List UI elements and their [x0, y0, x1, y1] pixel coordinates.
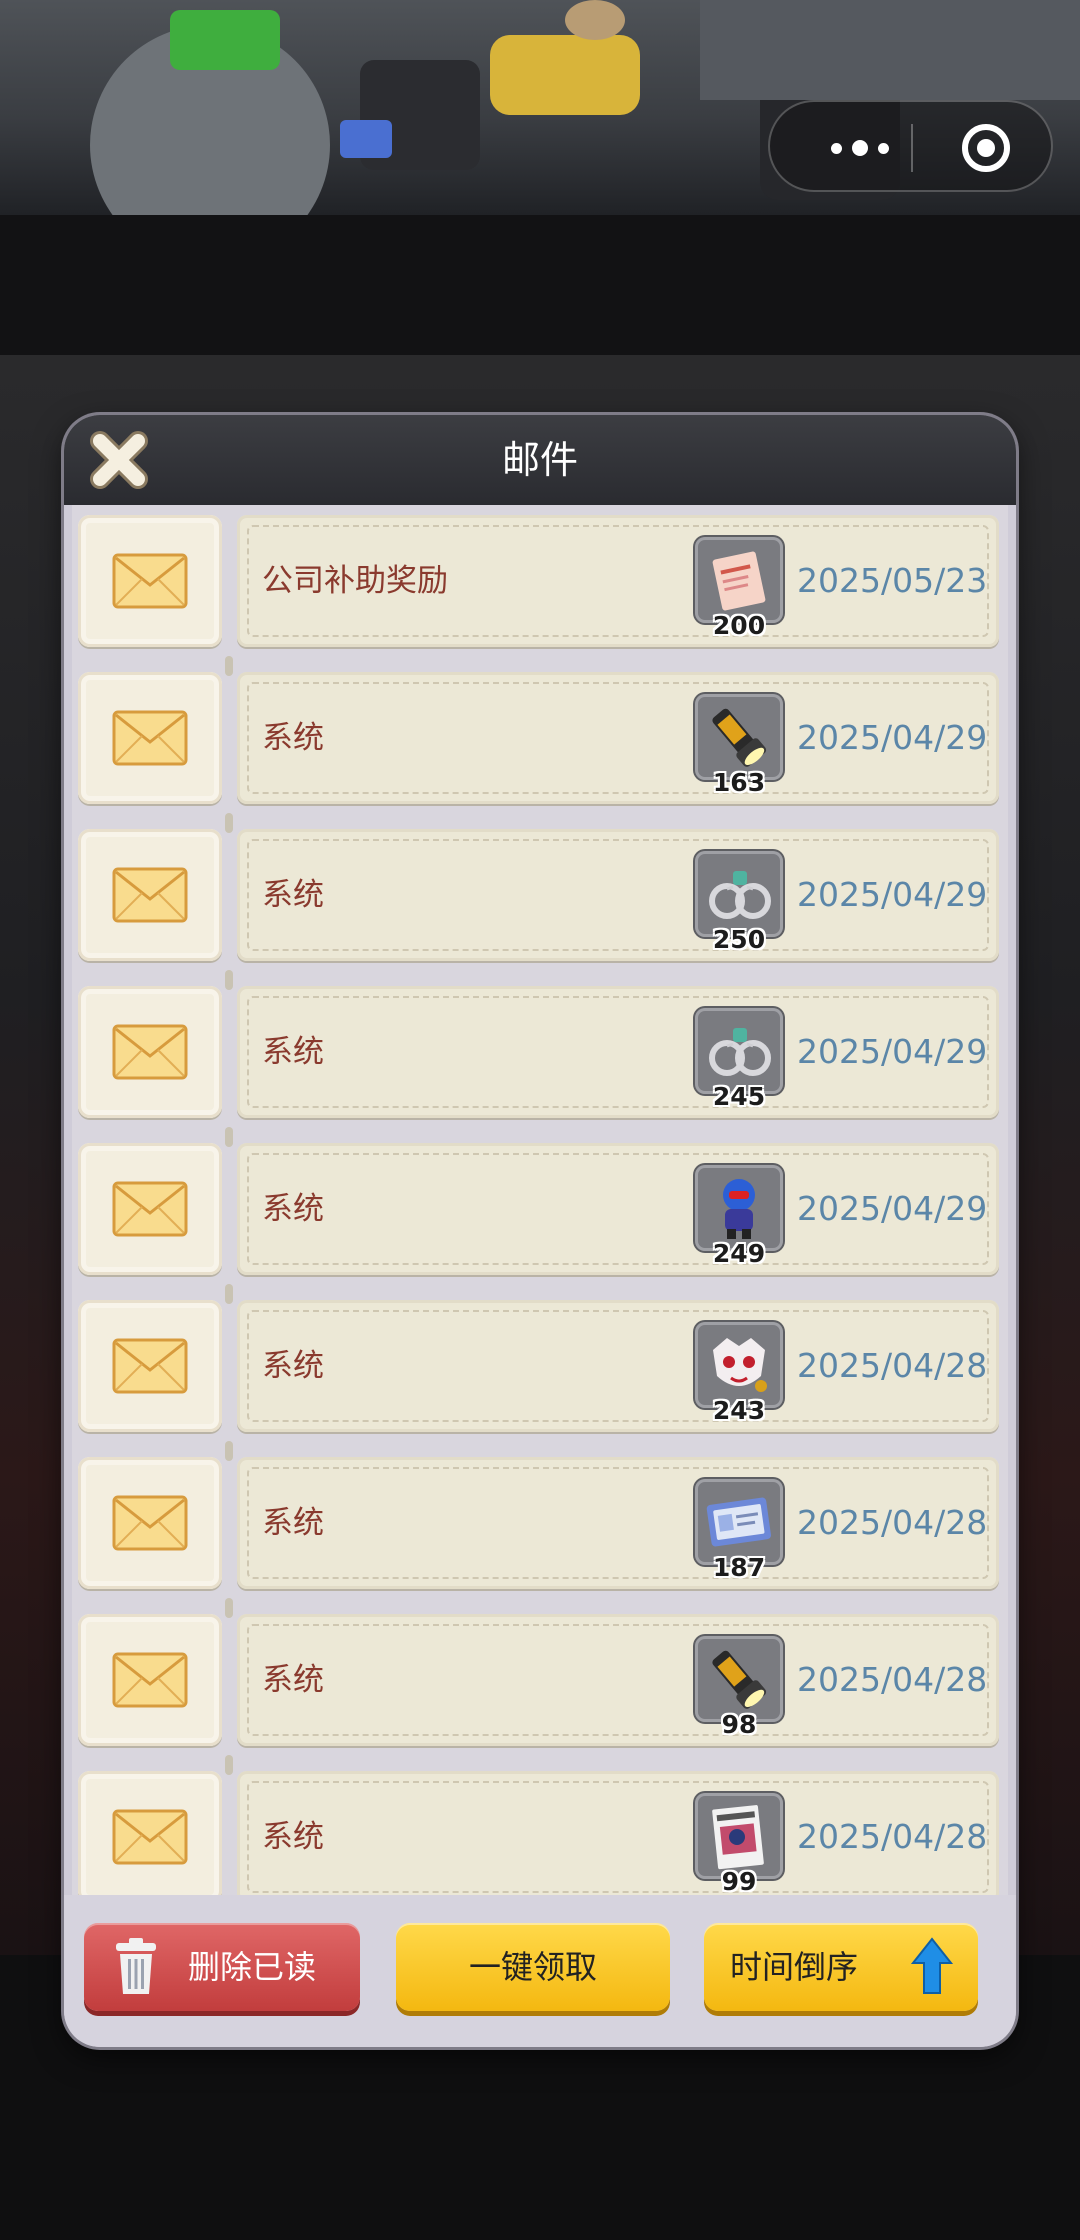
hero-figure-icon	[723, 1179, 755, 1239]
mail-row[interactable]: 系统 250 2025/04/29	[72, 819, 1008, 961]
mail-date: 2025/04/28	[797, 1817, 988, 1856]
row-connector	[225, 970, 233, 990]
flashlight-icon	[712, 708, 767, 767]
handcuffs-icon	[709, 871, 771, 919]
mail-row[interactable]: 系统 249 2025/04/29	[72, 1133, 1008, 1275]
delete-read-button[interactable]: 删除已读	[84, 1923, 360, 2011]
capsule-divider	[911, 124, 913, 172]
mail-date: 2025/04/29	[797, 1032, 988, 1071]
reward-item-count: 249	[712, 1239, 766, 1268]
sort-order-label: 时间倒序	[730, 1948, 859, 1986]
envelope-icon	[112, 710, 188, 766]
reward-item-count: 163	[712, 768, 766, 797]
envelope-icon	[112, 1338, 188, 1394]
id-card-icon	[706, 1497, 771, 1547]
mail-sender: 系统	[262, 1505, 324, 1541]
mail-dialog: 邮件 公司补助奖励 200 2025/05/23 系统 163 2025/04/29 系统 2…	[64, 415, 1016, 2047]
reward-item-count: 99	[721, 1867, 757, 1895]
row-connector	[225, 1127, 233, 1147]
reward-item-count: 200	[712, 611, 766, 640]
mail-sender: 系统	[262, 1034, 324, 1070]
mail-row[interactable]: 系统 243 2025/04/28	[72, 1290, 1008, 1432]
mail-icon-box	[78, 1143, 222, 1275]
trash-icon	[116, 1938, 156, 1994]
newspaper-icon	[712, 1805, 764, 1870]
reward-item-count: 243	[712, 1396, 766, 1425]
mail-row[interactable]: 系统 245 2025/04/29	[72, 976, 1008, 1118]
mail-date: 2025/05/23	[797, 561, 988, 600]
dialog-title: 邮件	[501, 438, 578, 482]
mail-icon-box	[78, 515, 222, 647]
reward-item-count: 250	[712, 925, 766, 954]
mail-row[interactable]: 系统 98 2025/04/28	[72, 1604, 1008, 1746]
mail-sender: 系统	[262, 1191, 324, 1227]
mask-icon	[713, 1338, 767, 1392]
mail-date: 2025/04/28	[797, 1346, 988, 1385]
mail-body[interactable]: 系统 243 2025/04/28	[237, 1300, 999, 1432]
close-miniprogram-button[interactable]	[962, 124, 1010, 172]
mail-icon-box	[78, 1457, 222, 1589]
flashlight-icon	[712, 1650, 767, 1709]
mail-row[interactable]: 公司补助奖励 200 2025/05/23	[72, 505, 1008, 647]
mail-date: 2025/04/28	[797, 1503, 988, 1542]
row-connector	[225, 1755, 233, 1775]
mail-body[interactable]: 公司补助奖励 200 2025/05/23	[237, 515, 999, 647]
mail-row[interactable]: 系统 163 2025/04/29	[72, 662, 1008, 804]
envelope-icon	[112, 1024, 188, 1080]
mail-row[interactable]: 系统 99 2025/04/28	[72, 1761, 1008, 1895]
mail-body[interactable]: 系统 250 2025/04/29	[237, 829, 999, 961]
reward-item-count: 245	[712, 1082, 766, 1111]
mail-icon-box	[78, 1614, 222, 1746]
mail-sender: 系统	[262, 720, 324, 756]
row-connector	[225, 813, 233, 833]
mail-icon-box	[78, 672, 222, 804]
claim-all-label: 一键领取	[468, 1948, 597, 1986]
envelope-icon	[112, 553, 188, 609]
mail-date: 2025/04/28	[797, 1660, 988, 1699]
mail-body[interactable]: 系统 98 2025/04/28	[237, 1614, 999, 1746]
envelope-icon	[112, 1495, 188, 1551]
row-connector	[225, 1598, 233, 1618]
row-connector	[225, 1284, 233, 1304]
mail-sender: 系统	[262, 877, 324, 913]
mail-icon-box	[78, 829, 222, 961]
row-connector	[225, 656, 233, 676]
envelope-icon	[112, 1652, 188, 1708]
arrow-up-icon	[910, 1937, 954, 1994]
envelope-icon	[112, 867, 188, 923]
mail-sender: 系统	[262, 1819, 324, 1855]
mail-date: 2025/04/29	[797, 718, 988, 757]
row-connector	[225, 1441, 233, 1461]
delete-read-label: 删除已读	[188, 1948, 317, 1986]
mail-body[interactable]: 系统 245 2025/04/29	[237, 986, 999, 1118]
more-options-button[interactable]	[810, 130, 910, 166]
mail-list[interactable]: 公司补助奖励 200 2025/05/23 系统 163 2025/04/29 系统 250 2…	[72, 505, 1008, 1895]
claim-all-button[interactable]: 一键领取	[396, 1923, 670, 2011]
mail-sender: 系统	[262, 1348, 324, 1384]
close-icon[interactable]	[84, 425, 154, 495]
mail-date: 2025/04/29	[797, 1189, 988, 1228]
mail-sender: 公司补助奖励	[262, 563, 448, 599]
mail-body[interactable]: 系统 163 2025/04/29	[237, 672, 999, 804]
envelope-icon	[112, 1181, 188, 1237]
mail-footer: 删除已读 一键领取 时间倒序	[64, 1895, 1016, 2047]
mail-body[interactable]: 系统 187 2025/04/28	[237, 1457, 999, 1589]
sort-order-button[interactable]: 时间倒序	[704, 1923, 978, 2011]
handcuffs-icon	[709, 1028, 771, 1076]
mail-icon-box	[78, 986, 222, 1118]
reward-item-count: 187	[712, 1553, 766, 1582]
mail-body[interactable]: 系统 249 2025/04/29	[237, 1143, 999, 1275]
envelope-icon	[112, 1809, 188, 1865]
mail-sender: 系统	[262, 1662, 324, 1698]
mail-date: 2025/04/29	[797, 875, 988, 914]
mail-icon-box	[78, 1771, 222, 1895]
dark-band	[0, 215, 1080, 355]
mail-icon-box	[78, 1300, 222, 1432]
mail-row[interactable]: 系统 187 2025/04/28	[72, 1447, 1008, 1589]
reward-item-count: 98	[721, 1710, 757, 1739]
mail-body[interactable]: 系统 99 2025/04/28	[237, 1771, 999, 1895]
document-icon	[712, 551, 766, 611]
miniprogram-capsule	[768, 100, 1053, 192]
